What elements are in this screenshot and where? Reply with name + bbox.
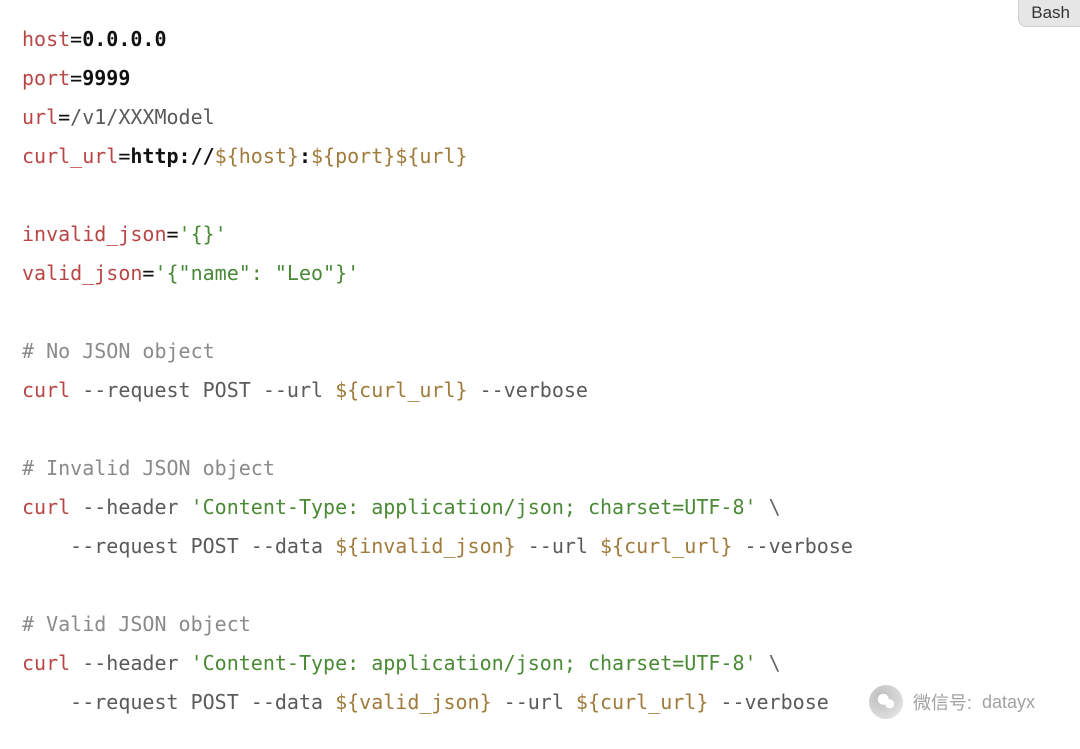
interp: ${url} xyxy=(395,144,467,168)
var-value: /v1/XXXModel xyxy=(70,105,215,129)
interp: ${curl_url} xyxy=(600,534,732,558)
code-line: url=/v1/XXXModel xyxy=(22,105,215,129)
line-continuation: \ xyxy=(757,651,781,675)
code-line: --request POST --data ${invalid_json} --… xyxy=(22,534,853,558)
interp: ${port} xyxy=(311,144,395,168)
var-name: port xyxy=(22,66,70,90)
code-line: host=0.0.0.0 xyxy=(22,27,167,51)
code-line: invalid_json='{}' xyxy=(22,222,227,246)
var-name: curl_url xyxy=(22,144,118,168)
comment: # Invalid JSON object xyxy=(22,456,275,480)
code-line: valid_json='{"name": "Leo"}' xyxy=(22,261,359,285)
line-continuation: \ xyxy=(757,495,781,519)
string: '{"name": "Leo"}' xyxy=(154,261,359,285)
code-line: curl --header 'Content-Type: application… xyxy=(22,495,781,519)
code-line: curl --request POST --url ${curl_url} --… xyxy=(22,378,588,402)
interp: ${curl_url} xyxy=(335,378,467,402)
var-value: 0.0.0.0 xyxy=(82,27,166,51)
interp: ${invalid_json} xyxy=(335,534,516,558)
var-name: url xyxy=(22,105,58,129)
string: 'Content-Type: application/json; charset… xyxy=(191,651,757,675)
code-line: curl --header 'Content-Type: application… xyxy=(22,651,781,675)
var-name: invalid_json xyxy=(22,222,167,246)
var-value: 9999 xyxy=(82,66,130,90)
proto: http:// xyxy=(130,144,214,168)
comment: # No JSON object xyxy=(22,339,215,363)
code-line: curl_url=http://${host}:${port}${url} xyxy=(22,144,468,168)
comment: # Valid JSON object xyxy=(22,612,251,636)
command: curl xyxy=(22,651,70,675)
command: curl xyxy=(22,378,70,402)
command: curl xyxy=(22,495,70,519)
language-badge: Bash xyxy=(1018,0,1080,27)
interp: ${valid_json} xyxy=(335,690,492,714)
var-name: host xyxy=(22,27,70,51)
interp: ${host} xyxy=(215,144,299,168)
interp: ${curl_url} xyxy=(576,690,708,714)
code-line: port=9999 xyxy=(22,66,130,90)
string: '{}' xyxy=(179,222,227,246)
code-line: --request POST --data ${valid_json} --ur… xyxy=(22,690,829,714)
var-name: valid_json xyxy=(22,261,142,285)
string: 'Content-Type: application/json; charset… xyxy=(191,495,757,519)
code-block: host=0.0.0.0 port=9999 url=/v1/XXXModel … xyxy=(0,0,1080,742)
